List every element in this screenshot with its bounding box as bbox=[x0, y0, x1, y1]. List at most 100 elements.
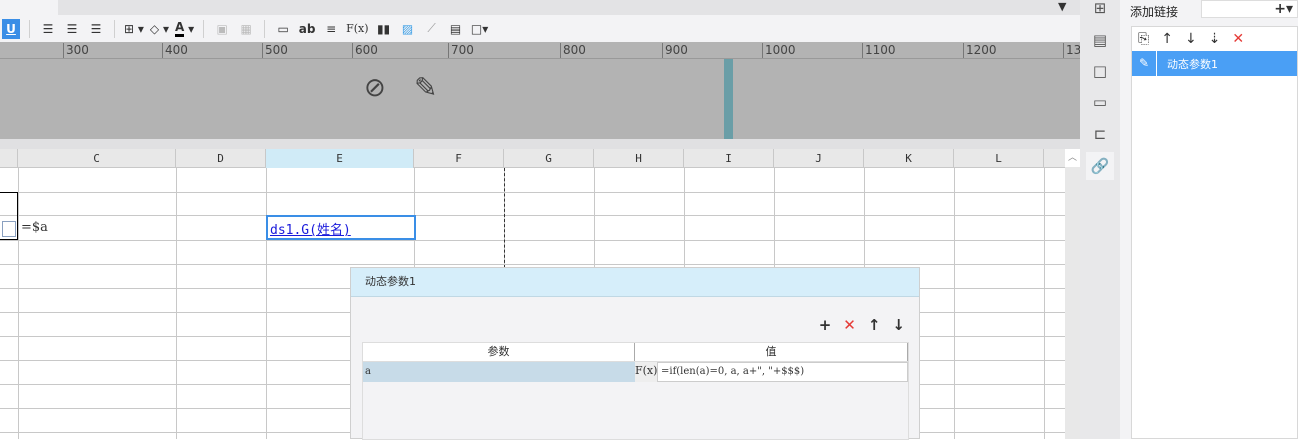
image-icon[interactable]: ▨ bbox=[399, 19, 417, 39]
grid-row-line bbox=[0, 264, 1065, 265]
divider bbox=[203, 19, 205, 38]
border-square-icon[interactable]: □ bbox=[1086, 57, 1114, 85]
add-link-dropdown[interactable]: +▾ bbox=[1201, 0, 1298, 18]
page-boundary bbox=[724, 59, 733, 139]
text-field-icon[interactable]: ▭ bbox=[274, 19, 292, 39]
edit-icon: ✎ bbox=[1132, 51, 1157, 76]
page-break-line bbox=[504, 168, 505, 268]
cell-info-icon[interactable]: ▤ bbox=[1086, 26, 1114, 54]
list-item[interactable]: ✎ 动态参数1 bbox=[1132, 51, 1297, 76]
move-up-icon[interactable]: ↑ bbox=[1161, 31, 1173, 47]
grid-row-line bbox=[0, 215, 1065, 216]
fill-color-icon[interactable]: ◇ ▾ bbox=[150, 19, 169, 39]
ruler: 300 400 500 600 700 800 900 1000 1100 12… bbox=[0, 42, 1089, 59]
grid-column-line bbox=[18, 168, 19, 439]
filter-icon[interactable]: ▼ bbox=[1058, 0, 1066, 13]
cell-widget-icon bbox=[2, 221, 16, 237]
column-header-e[interactable]: E bbox=[266, 149, 414, 168]
ruler-label: 1000 bbox=[762, 43, 796, 58]
selected-cell-e3[interactable]: ds1.G(姓名) bbox=[266, 215, 416, 240]
chart-icon[interactable]: ▮▮ bbox=[375, 19, 393, 39]
divider bbox=[29, 19, 30, 38]
grid-column-line bbox=[1044, 168, 1045, 439]
eye-off-icon[interactable]: ⊘ bbox=[364, 73, 386, 103]
separator bbox=[0, 139, 1080, 149]
ruler-label: 900 bbox=[662, 43, 688, 58]
grid-row-line bbox=[0, 192, 1065, 193]
value-input[interactable]: =if(len(a)=0, a, a+", "+$$$) bbox=[657, 362, 908, 382]
column-header-l[interactable]: L bbox=[954, 149, 1044, 168]
add-icon[interactable]: + bbox=[819, 316, 832, 334]
dynamic-params-dialog: 动态参数1 + ✕ ↑ ↓ 参数 值 a F(x) =if(len(a)=0, … bbox=[350, 267, 920, 440]
formula-button[interactable]: F(x) bbox=[635, 362, 657, 382]
subreport-icon[interactable]: ▤ bbox=[447, 19, 465, 39]
tab[interactable] bbox=[0, 0, 58, 15]
ruler-label: 300 bbox=[63, 43, 89, 58]
column-header-b[interactable] bbox=[0, 149, 18, 168]
slash-icon[interactable]: ⟋ bbox=[423, 19, 441, 39]
grid-row-line bbox=[0, 240, 1065, 241]
delete-icon[interactable]: ✕ bbox=[1232, 31, 1244, 47]
preview-area: ⊘ ✎ bbox=[0, 59, 1080, 139]
underline-button[interactable]: U bbox=[2, 18, 20, 39]
align-center-icon[interactable]: ☰ bbox=[63, 19, 81, 39]
column-header-j[interactable]: J bbox=[774, 149, 864, 168]
column-header-h[interactable]: H bbox=[594, 149, 684, 168]
column-header-d[interactable]: D bbox=[176, 149, 266, 168]
dropdown-widget-icon[interactable]: ▭ bbox=[1086, 88, 1114, 116]
panel-title: 添加链接 bbox=[1130, 5, 1179, 19]
move-up-icon[interactable]: ↑ bbox=[868, 316, 881, 334]
border-icon[interactable]: ⊞ ▾ bbox=[124, 19, 144, 39]
column-header-value: 值 bbox=[635, 343, 908, 361]
column-header-i[interactable]: I bbox=[684, 149, 774, 168]
frame-icon[interactable]: □▾ bbox=[471, 19, 489, 39]
align-right-icon[interactable]: ☰ bbox=[87, 19, 105, 39]
delete-icon[interactable]: ✕ bbox=[843, 316, 856, 334]
paragraph-icon[interactable]: ≡ bbox=[322, 19, 340, 39]
link-list: ⎘ ↑ ↓ ⇣ ✕ ✎ 动态参数1 bbox=[1131, 26, 1298, 439]
grid-column-line bbox=[954, 168, 955, 439]
move-down-icon[interactable]: ↓ bbox=[1185, 31, 1197, 47]
font-color-icon[interactable]: A ▾ bbox=[174, 19, 194, 39]
ruler-label: 400 bbox=[162, 43, 188, 58]
table-row[interactable]: a F(x) =if(len(a)=0, a, a+", "+$$$) bbox=[363, 361, 908, 382]
column-header-param: 参数 bbox=[363, 343, 635, 361]
column-header-k[interactable]: K bbox=[864, 149, 954, 168]
text-style-button[interactable]: ab bbox=[298, 19, 316, 39]
ruler-label: 800 bbox=[560, 43, 586, 58]
divider bbox=[264, 19, 266, 38]
divider bbox=[114, 19, 115, 38]
formula-button[interactable]: F(x) bbox=[346, 19, 368, 39]
cell-e3-link[interactable]: ds1.G(姓名) bbox=[270, 219, 351, 238]
column-header-g[interactable]: G bbox=[504, 149, 594, 168]
cell-property-icon[interactable]: ⊞ bbox=[1086, 0, 1114, 22]
ruler-label: 500 bbox=[262, 43, 288, 58]
move-down-icon[interactable]: ↓ bbox=[892, 316, 905, 334]
tab-bar: ▼ bbox=[0, 0, 1080, 15]
cell-c3[interactable]: =$a bbox=[21, 220, 48, 235]
column-header-c[interactable]: C bbox=[18, 149, 176, 168]
ruler-label: 600 bbox=[352, 43, 378, 58]
column-header-f[interactable]: F bbox=[414, 149, 504, 168]
scroll-up-icon[interactable]: ︿ bbox=[1065, 149, 1080, 167]
ruler-label: 1100 bbox=[862, 43, 896, 58]
hyperlink-icon[interactable]: 🔗 bbox=[1086, 152, 1114, 180]
vertical-scrollbar[interactable]: ︿ bbox=[1065, 149, 1080, 439]
merge-cells-icon[interactable]: ▣ bbox=[213, 19, 231, 39]
side-icon-strip: ⊞ ▤ □ ▭ ⊏ 🔗 bbox=[1080, 0, 1120, 439]
move-bottom-icon[interactable]: ⇣ bbox=[1209, 31, 1221, 47]
toolbar: U ☰ ☰ ☰ ⊞ ▾ ◇ ▾ A ▾ ▣ ▦ ▭ ab ≡ F(x) ▮▮ ▨… bbox=[0, 15, 1080, 42]
copy-icon[interactable]: ⎘ bbox=[1138, 31, 1149, 47]
dialog-title: 动态参数1 bbox=[351, 268, 919, 297]
grid-column-line bbox=[266, 168, 267, 439]
list-item-label: 动态参数1 bbox=[1167, 57, 1218, 71]
params-table: 参数 值 a F(x) =if(len(a)=0, a, a+", "+$$$) bbox=[362, 342, 909, 440]
pencil-icon[interactable]: ✎ bbox=[414, 71, 437, 104]
split-cells-icon[interactable]: ▦ bbox=[237, 19, 255, 39]
grid-column-line bbox=[176, 168, 177, 439]
param-cell[interactable]: a bbox=[363, 362, 635, 382]
layout-icon[interactable]: ⊏ bbox=[1086, 120, 1114, 148]
align-left-icon[interactable]: ☰ bbox=[39, 19, 57, 39]
column-header: C D E F G H I J K L bbox=[0, 149, 1065, 168]
ruler-label: 1200 bbox=[963, 43, 997, 58]
